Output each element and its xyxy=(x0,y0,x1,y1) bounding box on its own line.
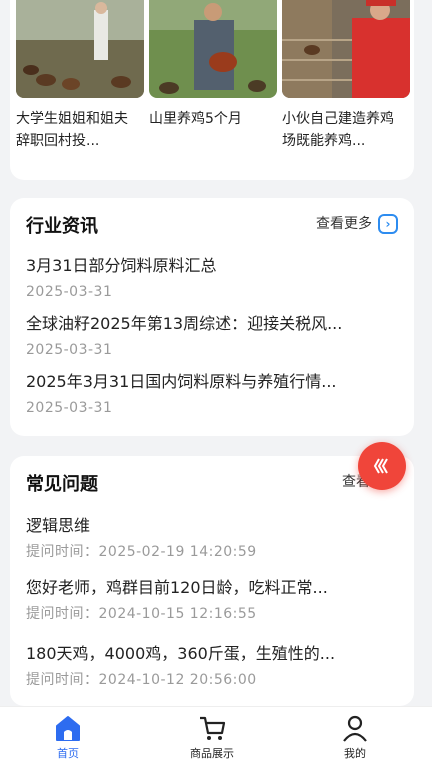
view-more-label[interactable]: 查看更多 xyxy=(316,214,372,234)
news-date: 2025-03-31 xyxy=(26,400,113,416)
faq-question[interactable]: 180天鸡，4000鸡，360斤蛋，生殖性的... xyxy=(26,642,398,666)
video-item[interactable]: 大学生姐姐和姐夫辞职回村投... xyxy=(16,0,144,152)
news-title[interactable]: 2025年3月31日国内饲料原料与养殖行情... xyxy=(26,370,398,394)
faq-item[interactable]: 您好老师，鸡群目前120日龄，吃料正常... 提问时间：2024-10-15 1… xyxy=(26,576,398,624)
tab-profile[interactable]: 我的 xyxy=(310,713,400,761)
video-title[interactable]: 大学生姐姐和姐夫辞职回村投... xyxy=(16,108,140,152)
tab-label[interactable]: 我的 xyxy=(310,745,400,761)
news-date: 2025-03-31 xyxy=(26,342,113,358)
tab-home[interactable]: 首页 xyxy=(23,713,113,761)
faq-item[interactable]: 逻辑思维 提问时间：2025-02-19 14:20:59 xyxy=(26,514,398,562)
video-title[interactable]: 小伙自己建造养鸡场既能养鸡... xyxy=(282,108,406,152)
wave-icon xyxy=(373,458,388,474)
faq-item[interactable]: 180天鸡，4000鸡，360斤蛋，生殖性的... 提问时间：2024-10-1… xyxy=(26,642,398,690)
video-item[interactable]: 小伙自己建造养鸡场既能养鸡... xyxy=(282,0,410,152)
faq-time: 提问时间：2024-10-15 12:16:55 xyxy=(26,606,257,622)
user-icon[interactable] xyxy=(340,713,370,743)
video-title[interactable]: 山里养鸡5个月 xyxy=(149,108,273,130)
view-more-link[interactable]: 查看更多 › xyxy=(316,214,398,234)
news-item[interactable]: 3月31日部分饲料原料汇总 2025-03-31 xyxy=(26,254,398,302)
faq-header: 常见问题 查看更多 xyxy=(26,472,398,498)
home-icon[interactable] xyxy=(53,713,83,743)
video-item[interactable]: 山里养鸡5个月 xyxy=(149,0,277,130)
faq-time: 提问时间：2025-02-19 14:20:59 xyxy=(26,544,257,560)
tab-label[interactable]: 首页 xyxy=(23,745,113,761)
chevron-right-icon[interactable]: › xyxy=(378,214,398,234)
faq-question[interactable]: 逻辑思维 xyxy=(26,514,398,538)
cart-icon[interactable] xyxy=(197,713,227,743)
news-item[interactable]: 2025年3月31日国内饲料原料与养殖行情... 2025-03-31 xyxy=(26,370,398,418)
tab-label[interactable]: 商品展示 xyxy=(167,745,257,761)
news-title[interactable]: 全球油籽2025年第13周综述：迎接关税风... xyxy=(26,312,398,336)
tab-bar: 首页 商品展示 我的 xyxy=(0,706,432,768)
faq-question[interactable]: 您好老师，鸡群目前120日龄，吃料正常... xyxy=(26,576,398,600)
video-thumbnail[interactable] xyxy=(16,0,144,98)
video-thumbnail[interactable] xyxy=(282,0,410,98)
news-title[interactable]: 3月31日部分饲料原料汇总 xyxy=(26,254,398,278)
video-list: 大学生姐姐和姐夫辞职回村投... 山里养鸡5个月 小伙自己建造养鸡场既能养鸡..… xyxy=(16,0,416,165)
news-card: 行业资讯 查看更多 › 3月31日部分饲料原料汇总 2025-03-31 全球油… xyxy=(10,198,414,436)
tab-products[interactable]: 商品展示 xyxy=(167,713,257,761)
faq-card: 常见问题 查看更多 逻辑思维 提问时间：2025-02-19 14:20:59 … xyxy=(10,456,414,706)
news-item[interactable]: 全球油籽2025年第13周综述：迎接关税风... 2025-03-31 xyxy=(26,312,398,360)
video-thumbnail[interactable] xyxy=(149,0,277,98)
news-header: 行业资讯 查看更多 › xyxy=(26,214,398,240)
faq-time: 提问时间：2024-10-12 20:56:00 xyxy=(26,672,257,688)
floating-service-button[interactable] xyxy=(358,442,406,490)
news-date: 2025-03-31 xyxy=(26,284,113,300)
